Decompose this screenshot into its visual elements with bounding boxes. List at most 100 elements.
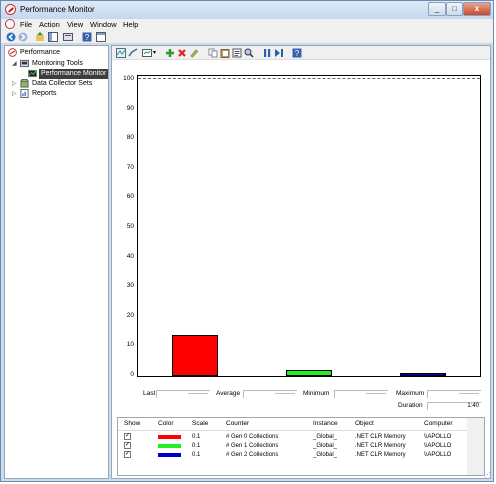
average-value: ----------: [243, 390, 297, 398]
y-tick-label: 40: [126, 252, 134, 260]
computer-cell: \\APOLLO: [424, 443, 452, 449]
header-instance[interactable]: Instance: [313, 419, 338, 429]
data-collector-sets-icon: [20, 79, 29, 88]
monitoring-tools-icon: [20, 59, 29, 68]
duration-label: Duration: [398, 402, 423, 409]
update-data-icon[interactable]: [274, 48, 284, 58]
title-bar: Performance Monitor _ □ x: [1, 1, 493, 19]
highlight-icon[interactable]: [189, 48, 199, 58]
tree-item-data-collector-sets[interactable]: ▷ Data Collector Sets: [12, 79, 92, 89]
freeze-display-icon[interactable]: [262, 48, 272, 58]
performance-monitor-icon: [28, 69, 37, 78]
last-label: Last: [143, 390, 156, 397]
bar-1[interactable]: [172, 334, 218, 376]
computer-cell: \\APOLLO: [424, 452, 452, 458]
add-counter-icon[interactable]: [165, 48, 175, 58]
svg-text:?: ?: [85, 33, 90, 42]
collapse-arrow-icon[interactable]: ◢: [12, 59, 18, 69]
tree-item-performance[interactable]: Performance: [8, 48, 60, 58]
tree-label-performance-monitor: Performance Monitor: [39, 69, 109, 79]
reports-icon: [20, 89, 29, 98]
menu-help[interactable]: Help: [123, 19, 138, 30]
up-folder-icon[interactable]: [35, 32, 45, 42]
y-tick-label: 90: [126, 104, 134, 112]
show-hide-tree-icon[interactable]: [48, 32, 58, 42]
minimum-value: ----------: [334, 390, 388, 398]
header-show[interactable]: Show: [124, 419, 140, 429]
menu-bar: File Action View Window Help: [1, 19, 493, 30]
counter-cell: # Gen 2 Collections: [226, 452, 279, 458]
menu-view[interactable]: View: [67, 19, 83, 30]
expand-arrow-icon[interactable]: ▷: [12, 89, 18, 99]
console-window-icon[interactable]: [96, 32, 106, 42]
bar-2[interactable]: [286, 370, 332, 376]
forward-arrow-icon[interactable]: [18, 32, 28, 42]
tree-item-monitoring-tools[interactable]: ◢ Monitoring Tools: [12, 59, 83, 69]
close-button[interactable]: x: [463, 2, 491, 16]
expand-arrow-icon[interactable]: ▷: [12, 79, 18, 89]
y-tick-label: 50: [126, 223, 134, 230]
object-cell: .NET CLR Memory: [355, 443, 406, 449]
maximum-label: Maximum: [396, 390, 425, 397]
tree-item-performance-monitor[interactable]: Performance Monitor: [27, 69, 109, 79]
window-title: Performance Monitor: [20, 5, 95, 14]
menu-file[interactable]: File: [20, 19, 32, 30]
app-window: Performance Monitor _ □ x File Action Vi…: [0, 0, 494, 482]
navigation-tree: Performance ◢ Monitoring Tools Performan…: [4, 45, 109, 479]
minimize-button[interactable]: _: [428, 2, 446, 16]
tree-label-performance: Performance: [20, 49, 61, 56]
y-tick-label: 0: [130, 371, 134, 378]
menu-action[interactable]: Action: [39, 19, 60, 30]
zoom-icon[interactable]: [244, 48, 254, 58]
bar-3[interactable]: [400, 373, 446, 376]
average-label: Average: [216, 390, 241, 397]
chart-top-border: [138, 76, 480, 79]
object-cell: .NET CLR Memory: [355, 452, 406, 458]
copy-properties-icon[interactable]: [208, 48, 218, 58]
resize-grip-icon[interactable]: ⋰: [484, 471, 491, 479]
back-arrow-icon[interactable]: [6, 32, 16, 42]
y-tick-label: 70: [126, 163, 134, 171]
help-icon[interactable]: ?: [292, 48, 302, 58]
tree-item-reports[interactable]: ▷ Reports: [12, 89, 57, 99]
properties-icon[interactable]: [232, 48, 242, 58]
properties-icon[interactable]: [63, 32, 73, 42]
graph-type-dropdown-icon[interactable]: ▾: [153, 49, 156, 56]
header-counter[interactable]: Counter: [226, 419, 249, 429]
performance-app-icon: [5, 4, 16, 15]
header-color[interactable]: Color: [158, 419, 174, 429]
color-swatch: [158, 435, 181, 439]
y-tick-label: 100: [123, 75, 134, 82]
computer-cell: \\APOLLO: [424, 434, 452, 440]
counter-cell: # Gen 1 Collections: [226, 443, 279, 449]
menu-window[interactable]: Window: [90, 19, 117, 30]
help-icon[interactable]: ?: [82, 32, 92, 42]
scale-cell: 0.1: [192, 452, 201, 458]
header-object[interactable]: Object: [355, 419, 374, 429]
maximum-value: ----------: [427, 390, 481, 398]
scale-cell: 0.1: [192, 434, 201, 440]
header-computer[interactable]: Computer: [424, 419, 453, 429]
maximize-button[interactable]: □: [446, 2, 463, 16]
chart-area[interactable]: [137, 75, 481, 377]
header-scale[interactable]: Scale: [192, 419, 208, 429]
duration-value: 1:40: [427, 402, 481, 410]
delete-counter-icon[interactable]: [177, 48, 187, 58]
show-checkbox[interactable]: ✓: [124, 451, 131, 458]
minimum-label: Minimum: [303, 390, 330, 397]
instance-cell: _Global_: [313, 452, 338, 458]
view-current-activity-icon[interactable]: [116, 48, 126, 58]
show-checkbox[interactable]: ✓: [124, 442, 131, 449]
system-menu-icon[interactable]: [5, 19, 15, 29]
view-log-data-icon[interactable]: [128, 48, 138, 58]
change-graph-type-icon[interactable]: [142, 48, 152, 58]
graph-toolbar: ▾ ?: [112, 46, 490, 60]
show-checkbox[interactable]: ✓: [124, 433, 131, 440]
performance-monitor-pane: ▾ ? 100 90 80 70 60 50 40 30 20 10 0 Las…: [111, 45, 491, 479]
color-swatch: [158, 453, 181, 457]
y-tick-label: 20: [126, 311, 134, 319]
last-value: ----------: [156, 390, 210, 398]
instance-cell: _Global_: [313, 434, 338, 440]
paste-counter-list-icon[interactable]: [220, 48, 230, 58]
legend-scrollbar[interactable]: [467, 418, 484, 475]
